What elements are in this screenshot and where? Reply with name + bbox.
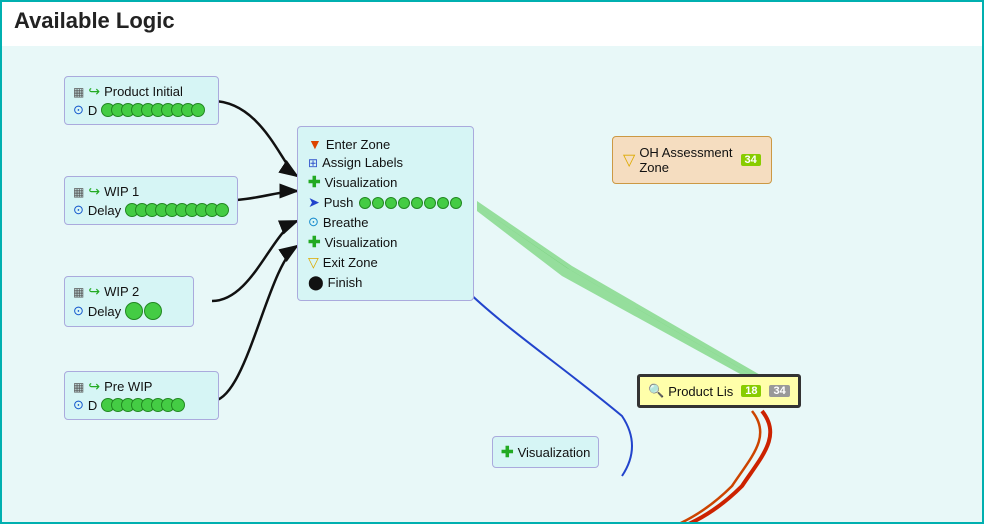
exit-icon: ▽ [308,254,319,271]
push-circles [359,197,463,209]
logic-viz2-label: Visualization [325,235,398,250]
grid-icon-prewip: ▦ [73,380,84,394]
clock-icon-wip1: ⊙ [73,202,84,218]
clock-icon: ⊙ [73,102,84,118]
product-list-badge1: 18 [741,385,761,397]
logic-row-breathe: ⊙ Breathe [308,214,463,230]
product-initial-node: ▦ ↪ Product Initial ⊙ D [64,76,219,125]
wip1-label: WIP 1 [104,184,139,199]
arrow-icon-wip1: ↪ [88,183,100,200]
logic-row-enter: ▼ Enter Zone [308,136,463,152]
oh-assessment-label: OH AssessmentZone [639,145,732,175]
plus-icon-viz2: ✚ [308,233,321,251]
logic-exit-label: Exit Zone [323,255,378,270]
logic-row-assign: ⊞ Assign Labels [308,155,463,170]
pre-wip-circles [101,398,185,412]
product-list-row: 🔍 Product Lis 18 34 [648,383,790,399]
viz-bottom-label: Visualization [518,445,591,460]
product-initial-circles [101,103,205,117]
logic-row-push: ➤ Push [308,194,463,211]
clock-icon-prewip: ⊙ [73,397,84,413]
main-container: Available Logic [0,0,984,524]
logic-assign-label: Assign Labels [322,155,403,170]
assign-icon: ⊞ [308,156,318,170]
finish-icon: ⬤ [308,274,324,291]
magnify-icon: 🔍 [648,383,664,399]
wip1-delay: Delay [88,203,121,218]
oh-assessment-row: ▽ OH AssessmentZone 34 [623,145,761,175]
arrow-icon-wip2: ↪ [88,283,100,300]
wip2-node: ▦ ↪ WIP 2 ⊙ Delay [64,276,194,327]
plus-icon-vb: ✚ [501,443,514,461]
product-list-label: Product Lis [668,384,733,399]
pre-wip-label: Pre WIP [104,379,152,394]
push-icon: ➤ [308,194,320,211]
arrow-icon: ↪ [88,83,100,100]
arrow-icon-prewip: ↪ [88,378,100,395]
wip1-node: ▦ ↪ WIP 1 ⊙ Delay [64,176,238,225]
pre-wip-d: D [88,398,97,413]
enter-icon: ▼ [308,136,322,152]
oh-assessment-node: ▽ OH AssessmentZone 34 [612,136,772,184]
breathe-icon: ⊙ [308,214,319,230]
wip2-label: WIP 2 [104,284,139,299]
logic-breathe-label: Breathe [323,215,369,230]
grid-icon: ▦ [73,85,84,99]
logic-viz1-label: Visualization [325,175,398,190]
logic-push-label: Push [324,195,354,210]
product-list-badge2: 34 [769,385,789,397]
wip2-circles [125,302,163,320]
grid-icon-wip1: ▦ [73,185,84,199]
logic-row-exit: ▽ Exit Zone [308,254,463,271]
oh-badge: 34 [741,154,761,166]
product-initial-label: Product Initial [104,84,183,99]
logic-enter-label: Enter Zone [326,137,390,152]
logic-row-finish: ⬤ Finish [308,274,463,291]
viz-bottom-row: ✚ Visualization [501,443,590,461]
product-list-node: 🔍 Product Lis 18 34 [637,374,801,408]
viz-bottom-node: ✚ Visualization [492,436,599,468]
plus-icon-viz1: ✚ [308,173,321,191]
wip1-circles [125,203,229,217]
clock-icon-wip2: ⊙ [73,303,84,319]
logic-row-viz1: ✚ Visualization [308,173,463,191]
logic-row-viz2: ✚ Visualization [308,233,463,251]
logic-center-node: ▼ Enter Zone ⊞ Assign Labels ✚ Visualiza… [297,126,474,301]
page-title: Available Logic [2,2,982,40]
grid-icon-wip2: ▦ [73,285,84,299]
product-initial-d: D [88,103,97,118]
pre-wip-node: ▦ ↪ Pre WIP ⊙ D [64,371,219,420]
wip2-delay: Delay [88,304,121,319]
canvas-area: ▦ ↪ Product Initial ⊙ D ▦ ↪ WIP 1 ⊙ Dela… [2,46,982,522]
logic-finish-label: Finish [328,275,363,290]
triangle-icon: ▽ [623,150,635,170]
